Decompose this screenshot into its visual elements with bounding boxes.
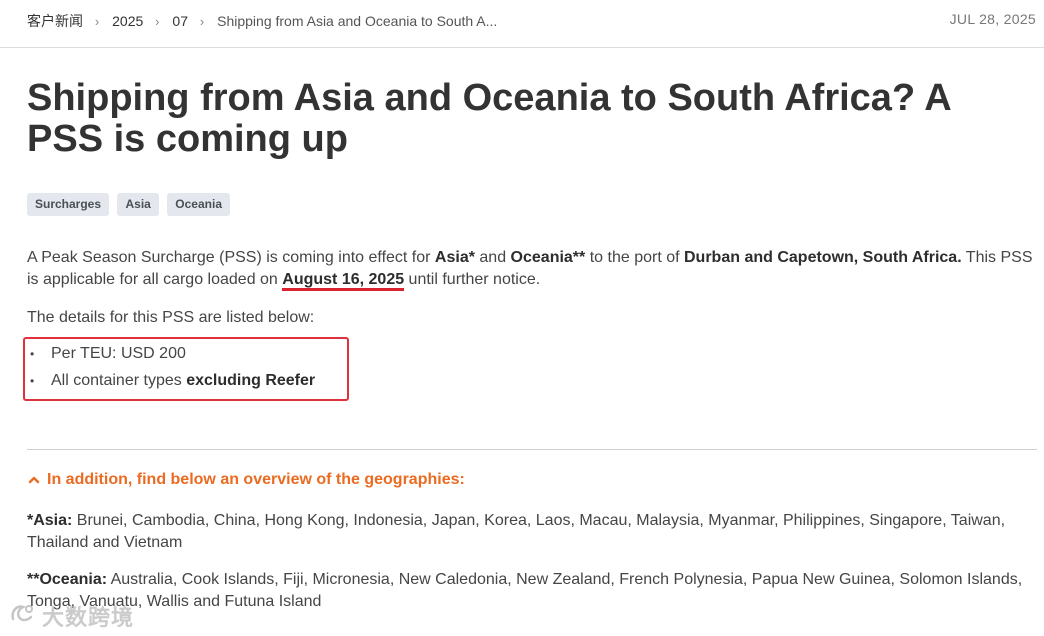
publish-date: JUL 28, 2025 — [949, 11, 1036, 27]
oceania-geography: **Oceania: Australia, Cook Islands, Fiji… — [27, 569, 1027, 613]
geographies-toggle-label: In addition, find below an overview of t… — [47, 471, 465, 488]
breadcrumb-item-customer-news[interactable]: 客户新闻 — [27, 13, 83, 29]
details-list: • Per TEU: USD 200 • All container types e… — [30, 343, 315, 397]
breadcrumb-bar: 客户新闻 › 2025 › 07 › Shipping from Asia an… — [0, 0, 1044, 48]
breadcrumb-current: Shipping from Asia and Oceania to South … — [217, 13, 498, 29]
effective-date: August 16, 2025 — [282, 271, 405, 291]
breadcrumb-item-month[interactable]: 07 — [172, 13, 188, 29]
tag-oceania[interactable]: Oceania — [167, 193, 230, 216]
detail-per-teu: Per TEU: USD 200 — [51, 345, 186, 362]
section-divider — [27, 449, 1037, 450]
asia-label: *Asia: — [27, 512, 73, 529]
oceania-label: **Oceania: — [27, 571, 108, 588]
page-title: Shipping from Asia and Oceania to South … — [27, 77, 951, 160]
tag-list: Surcharges Asia Oceania — [27, 193, 234, 216]
intro-text: until further notice. — [404, 271, 541, 288]
bullet-icon: • — [30, 374, 35, 388]
intro-oceania: Oceania** — [510, 249, 586, 266]
tag-asia[interactable]: Asia — [117, 193, 159, 216]
chevron-right-icon: › — [155, 14, 160, 29]
tag-surcharges[interactable]: Surcharges — [27, 193, 110, 216]
list-item: • All container types excluding Reefer — [30, 370, 315, 397]
list-item: • Per TEU: USD 200 — [30, 343, 315, 370]
watermark-text: 大数跨境 — [42, 605, 135, 630]
chevron-right-icon: › — [94, 14, 100, 29]
chevron-up-icon — [28, 476, 40, 483]
oceania-country-list: Australia, Cook Islands, Fiji, Micronesi… — [27, 571, 1023, 610]
intro-ports: Durban and Capetown, South Africa. — [684, 249, 962, 266]
asia-geography: *Asia: Brunei, Cambodia, China, Hong Kon… — [27, 510, 1027, 554]
bullet-icon: • — [30, 347, 35, 361]
breadcrumb-item-year[interactable]: 2025 — [112, 13, 143, 29]
details-intro: The details for this PSS are listed belo… — [27, 309, 315, 326]
detail-container-types: All container types — [51, 372, 187, 389]
intro-asia: Asia* — [434, 249, 475, 266]
detail-excluding-reefer: excluding Reefer — [186, 372, 316, 389]
intro-paragraph: A Peak Season Surcharge (PSS) is coming … — [27, 247, 1037, 291]
breadcrumb: 客户新闻 › 2025 › 07 › Shipping from Asia an… — [27, 11, 497, 31]
chevron-right-icon: › — [199, 14, 205, 29]
asia-country-list: Brunei, Cambodia, China, Hong Kong, Indo… — [27, 512, 1006, 551]
watermark: 大数跨境 — [8, 600, 134, 632]
geographies-accordion-toggle[interactable]: In addition, find below an overview of t… — [27, 471, 465, 489]
intro-text: and — [474, 249, 511, 266]
intro-text: A Peak Season Surcharge (PSS) is coming … — [27, 249, 435, 266]
intro-text: to the port of — [585, 249, 684, 266]
watermark-logo-icon — [11, 605, 33, 622]
